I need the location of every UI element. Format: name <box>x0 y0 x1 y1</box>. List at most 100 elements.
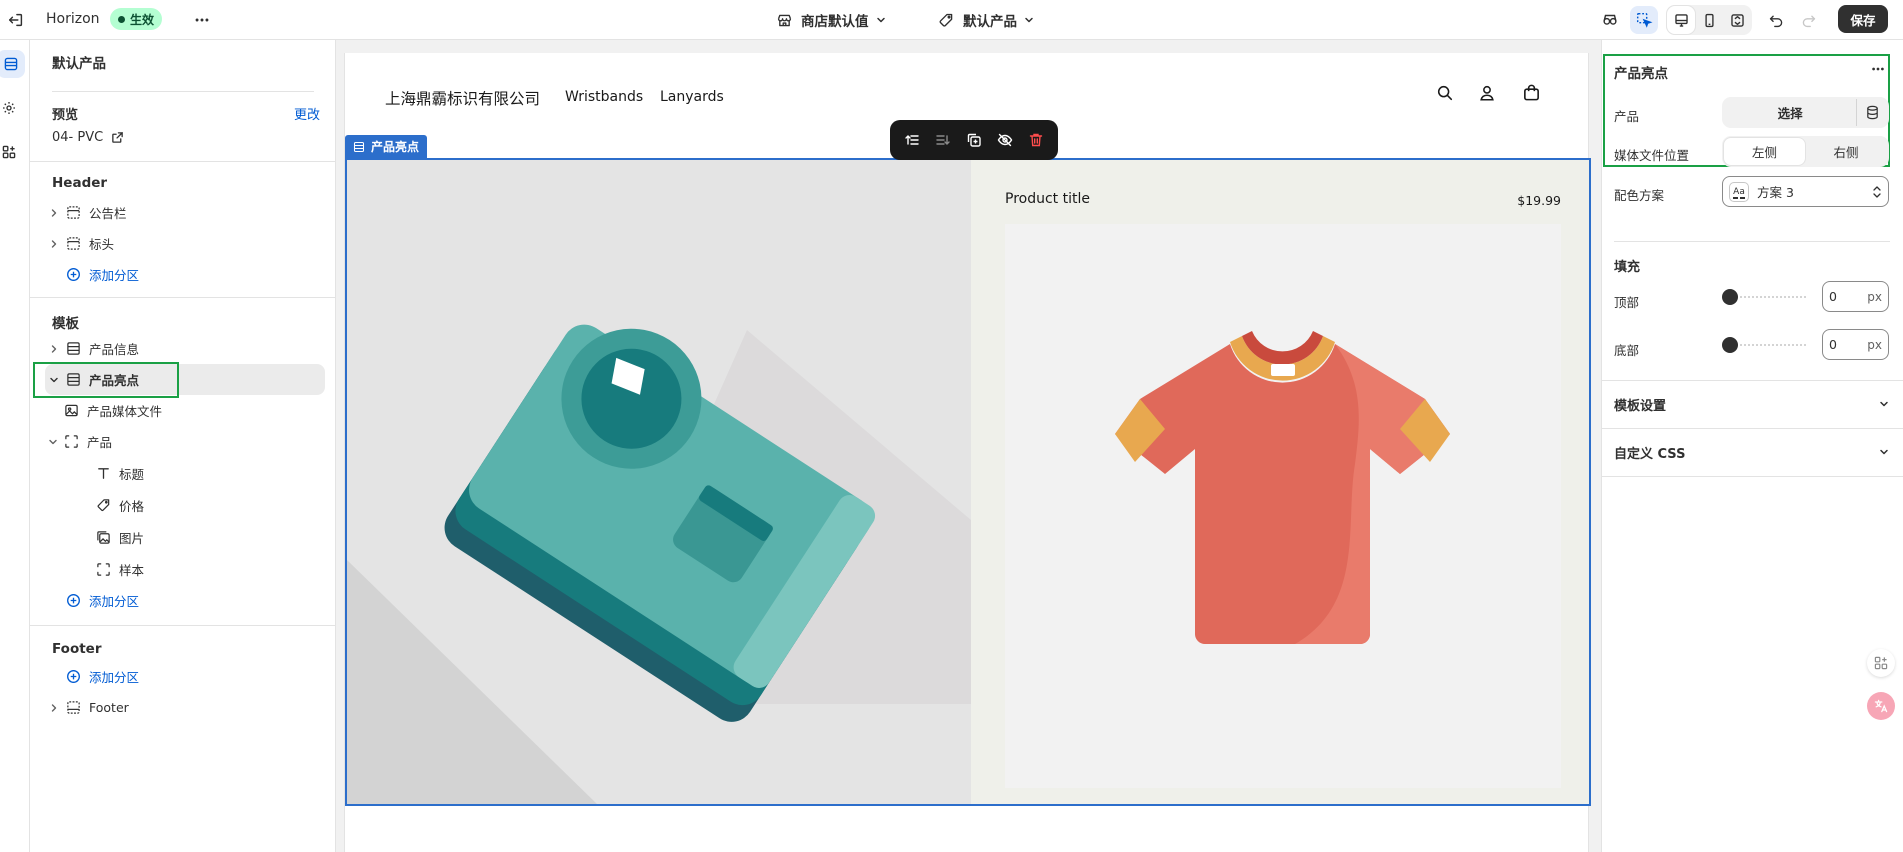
divider <box>1614 241 1890 242</box>
translate-button[interactable] <box>1867 692 1895 720</box>
default-product-label: 默认产品 <box>963 14 1017 30</box>
tree-item-product-media[interactable]: 产品媒体文件 <box>45 395 335 426</box>
apps-tab[interactable] <box>0 138 23 166</box>
images-icon <box>93 530 113 545</box>
select-product-button[interactable]: 选择 <box>1724 99 1856 126</box>
tree-item-footer[interactable]: Footer <box>45 692 335 723</box>
footer-group-title: Footer <box>52 641 102 657</box>
redo-icon <box>1800 12 1817 29</box>
padding-top-input[interactable]: 0 px <box>1822 281 1889 312</box>
media-left-option[interactable]: 左侧 <box>1724 138 1805 165</box>
color-scheme-label: 配色方案 <box>1614 188 1665 203</box>
custom-css-label: 自定义 CSS <box>1614 446 1686 462</box>
redo-button[interactable] <box>1794 6 1822 34</box>
tree-item-sample[interactable]: 样本 <box>45 553 335 585</box>
plus-circle-icon <box>63 267 83 282</box>
divider <box>1602 476 1903 477</box>
template-settings-accordion[interactable]: 模板设置 <box>1614 392 1890 416</box>
exit-button[interactable] <box>2 6 30 34</box>
delete-icon[interactable] <box>1028 132 1044 148</box>
tree-item-product-block[interactable]: 产品 <box>45 426 335 457</box>
exit-icon <box>7 11 25 29</box>
top-bar: Horizon 生效 商店默认值 默认产品 保存 <box>0 0 1903 40</box>
more-horizontal-icon <box>1870 61 1886 77</box>
section-icon <box>353 141 365 153</box>
undo-button[interactable] <box>1762 6 1790 34</box>
preview-product-value: 04- PVC <box>52 129 104 145</box>
undo-icon <box>1768 12 1785 29</box>
section-tag[interactable]: 产品亮点 <box>345 135 428 158</box>
more-actions-button[interactable] <box>188 6 216 34</box>
store-default-label: 商店默认值 <box>801 14 869 30</box>
tree-item-label: 产品信息 <box>89 342 140 357</box>
tree-item-header[interactable]: 标头 <box>45 228 335 259</box>
section-toolbar <box>890 120 1058 160</box>
product-image[interactable] <box>1005 224 1561 788</box>
padding-bottom-value: 0 <box>1829 337 1837 352</box>
media-right-option[interactable]: 右侧 <box>1805 138 1887 165</box>
sections-tab[interactable] <box>0 50 25 78</box>
text-icon <box>93 466 113 481</box>
folded-shirts-illustration <box>347 324 971 804</box>
media-left-label: 左侧 <box>1751 145 1777 160</box>
nav-link-lanyards[interactable]: Lanyards <box>660 89 724 105</box>
fullscreen-view-button[interactable] <box>1723 6 1751 34</box>
preview-label: 预览 <box>52 108 79 123</box>
theme-settings-tab[interactable] <box>0 94 23 122</box>
slider-thumb[interactable] <box>1722 289 1738 305</box>
media-position-toggle: 左侧 右侧 <box>1722 136 1889 167</box>
product-highlight-section[interactable]: Product title $19.99 <box>345 158 1591 806</box>
tree-item-product-info[interactable]: 产品信息 <box>45 333 335 364</box>
select-mode-button[interactable] <box>1630 6 1658 34</box>
cart-icon[interactable] <box>1522 83 1541 106</box>
move-down-icon[interactable] <box>935 132 951 148</box>
store-search-icon[interactable] <box>1436 84 1454 106</box>
duplicate-icon[interactable] <box>966 132 982 148</box>
store-icon <box>776 12 793 29</box>
chevron-right-icon <box>45 239 63 249</box>
padding-top-slider[interactable] <box>1722 285 1812 309</box>
color-scheme-select[interactable]: Aa 方案 3 <box>1722 176 1889 207</box>
tree-item-price[interactable]: 价格 <box>45 489 335 521</box>
tree-item-image[interactable]: 图片 <box>45 521 335 553</box>
select-arrows-icon <box>1872 185 1882 199</box>
preview-product[interactable]: 04- PVC <box>52 128 124 146</box>
move-up-icon[interactable] <box>904 132 920 148</box>
save-button[interactable]: 保存 <box>1838 5 1888 33</box>
account-icon[interactable] <box>1478 84 1496 106</box>
add-section-label: 添加分区 <box>89 268 140 283</box>
add-section-template[interactable]: 添加分区 <box>45 585 335 616</box>
mobile-view-button[interactable] <box>1695 6 1723 34</box>
tree-item-label: 产品媒体文件 <box>87 404 163 419</box>
change-preview-link[interactable]: 更改 <box>294 104 320 123</box>
add-section-footer[interactable]: 添加分区 <box>45 661 335 692</box>
add-section-header[interactable]: 添加分区 <box>45 259 335 290</box>
store-name[interactable]: 上海鼎霸标识有限公司 <box>385 87 540 109</box>
section-icon <box>63 700 83 715</box>
unit-label: px <box>1867 337 1882 352</box>
default-product-dropdown[interactable]: 默认产品 <box>938 9 1035 31</box>
padding-bottom-input[interactable]: 0 px <box>1822 329 1889 360</box>
hide-icon[interactable] <box>997 132 1013 148</box>
settings-more-button[interactable] <box>1864 55 1892 83</box>
divider <box>30 161 336 162</box>
section-icon <box>63 205 83 220</box>
template-settings-label: 模板设置 <box>1614 398 1667 414</box>
external-link-icon <box>111 131 124 144</box>
divider <box>52 91 314 92</box>
tree-item-label: 标题 <box>119 466 145 482</box>
media-position-label: 媒体文件位置 <box>1614 148 1690 163</box>
custom-css-accordion[interactable]: 自定义 CSS <box>1614 440 1890 464</box>
gear-icon <box>1 100 17 116</box>
padding-bottom-slider[interactable] <box>1722 333 1812 357</box>
desktop-view-button[interactable] <box>1667 6 1695 34</box>
chevron-down-icon <box>875 14 887 26</box>
add-app-block-button[interactable] <box>1867 649 1895 677</box>
tree-item-title[interactable]: 标题 <box>45 457 335 489</box>
dynamic-source-button[interactable] <box>1857 99 1887 126</box>
nav-link-wristbands[interactable]: Wristbands <box>565 89 643 105</box>
inspector-button[interactable] <box>1596 6 1624 34</box>
tree-item-announcement[interactable]: 公告栏 <box>45 197 335 228</box>
slider-thumb[interactable] <box>1722 337 1738 353</box>
store-default-dropdown[interactable]: 商店默认值 <box>776 9 887 31</box>
